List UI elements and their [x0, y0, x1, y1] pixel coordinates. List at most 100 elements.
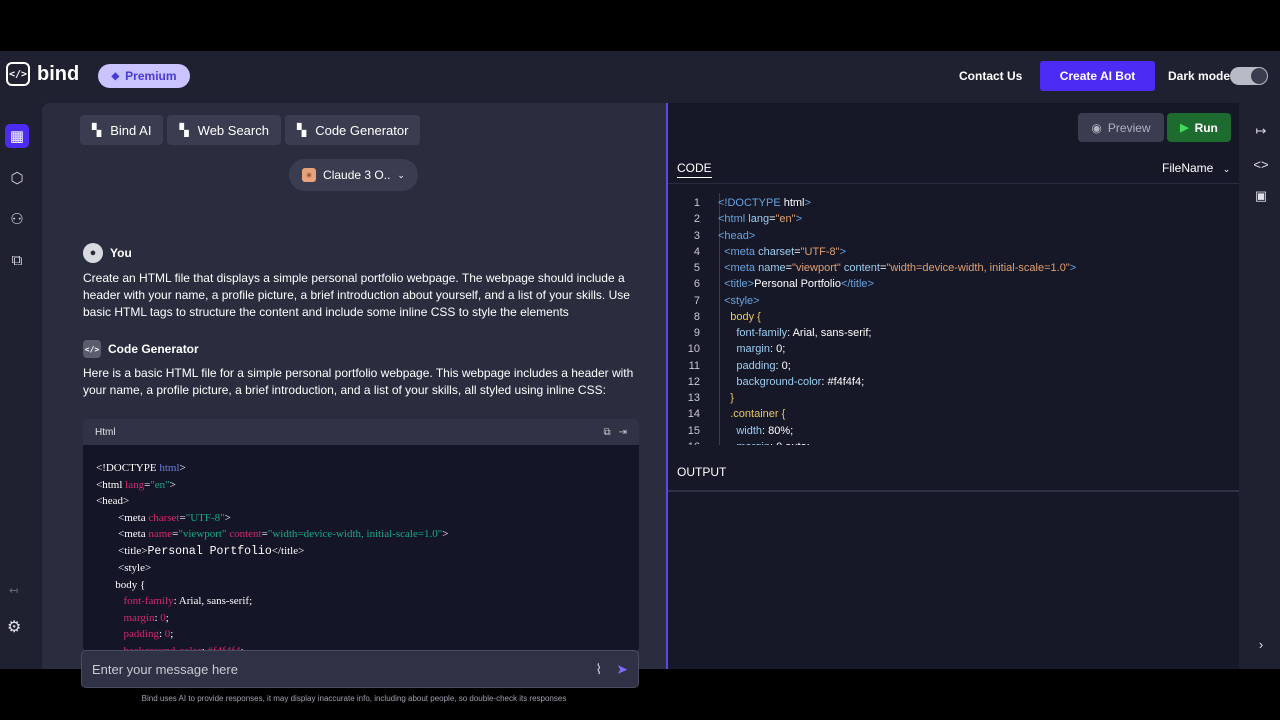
line-number: 7	[693, 294, 700, 307]
collapse-sidebar-icon[interactable]: ↤	[9, 584, 18, 597]
cube-icon[interactable]: ⬡	[5, 166, 29, 190]
disclaimer-text: Bind uses AI to provide responses, it ma…	[141, 694, 567, 703]
line-content: body {	[730, 310, 761, 323]
line-content: <!DOCTYPE html>	[718, 197, 811, 210]
line-number: 9	[693, 327, 700, 340]
line-number: 1	[693, 197, 700, 210]
editor-code-area[interactable]: 1 <!DOCTYPE html> 2 <html lang="en"> 3 <head>…	[668, 195, 1239, 445]
user-settings-icon[interactable]: ⚇	[5, 207, 29, 231]
line-content: <meta name="viewport" content="width=dev…	[724, 262, 1077, 275]
code-file-icon[interactable]: ⧉	[5, 248, 29, 272]
chat-panel: ▚ Bind AI ▚ Web Search ▚ Code Generator …	[42, 103, 666, 703]
user-avatar-icon: ●	[83, 243, 103, 263]
line-number: 12	[687, 375, 700, 388]
model-label: Claude 3 O..	[323, 168, 391, 182]
dashboard-icon[interactable]: ▦	[5, 124, 29, 148]
user-name: You	[110, 246, 132, 260]
copy-icon[interactable]: ⧉	[603, 427, 610, 438]
preview-button[interactable]: ◉ Preview	[1078, 113, 1164, 142]
line-content: margin: 0 auto;	[718, 441, 809, 445]
grid-icon: ▚	[92, 123, 102, 137]
tab-label: Code Generator	[315, 122, 409, 138]
tab-bind-ai[interactable]: ▚ Bind AI	[80, 115, 164, 145]
code-line: 15 width: 80%;	[668, 423, 1239, 439]
line-content: width: 80%;	[736, 424, 794, 437]
code-line: 9 font-family: Arial, sans-serif;	[668, 325, 1239, 341]
chevron-down-icon: ⌄	[1222, 164, 1231, 174]
line-number: 2	[693, 213, 700, 226]
top-header: </> bind ◆ Premium Contact Us Create AI …	[0, 51, 1280, 103]
code-block-header: Html ⧉ ⇥	[83, 419, 639, 445]
line-content: <head>	[718, 229, 756, 242]
insert-icon[interactable]: ⇥	[619, 427, 627, 438]
code-brackets-logo-icon: </>	[6, 62, 30, 86]
diamond-icon: ◆	[111, 70, 120, 82]
play-icon: ▶	[1180, 122, 1189, 134]
send-icon[interactable]: ➤	[616, 661, 628, 678]
code-line: 13 }	[668, 390, 1239, 406]
line-number: 6	[693, 278, 700, 291]
line-number: 11	[688, 359, 700, 372]
code-generator-avatar-icon: </>	[83, 340, 101, 358]
code-line: 4 <meta charset="UTF-8">	[668, 244, 1239, 260]
line-content: <meta charset="UTF-8">	[724, 245, 847, 258]
code-brackets-icon[interactable]: <>	[1252, 155, 1270, 173]
line-content: background-color: #f4f4f4;	[736, 375, 865, 388]
contact-us-link[interactable]: Contact Us	[959, 69, 1022, 83]
line-number: 14	[687, 408, 700, 421]
line-content: <html lang="en">	[718, 213, 802, 226]
bot-name: Code Generator	[108, 342, 199, 356]
model-selector[interactable]: ✳ Claude 3 O.. ⌄	[289, 159, 418, 191]
line-number: 8	[693, 310, 700, 323]
tab-label: Bind AI	[110, 122, 152, 138]
dark-mode-label: Dark mode	[1168, 69, 1231, 83]
code-line: 8 body {	[668, 309, 1239, 325]
tab-code-generator[interactable]: ▚ Code Generator	[284, 115, 421, 145]
left-sidebar: ▦ ⬡ ⚇ ⧉	[0, 103, 42, 669]
filename-dropdown[interactable]: FileName ⌄	[1162, 161, 1230, 175]
code-line: 5 <meta name="viewport" content="width=d…	[668, 260, 1239, 276]
code-tab-label[interactable]: CODE	[677, 161, 712, 178]
code-line: 3 <head>	[668, 228, 1239, 244]
right-rail: ↦ <> ▣ ›	[1239, 103, 1280, 669]
message-input[interactable]	[92, 661, 596, 677]
line-content: <title>Personal Portfolio</title>	[724, 278, 874, 291]
line-number: 3	[693, 229, 700, 242]
gear-icon[interactable]: ⚙	[7, 617, 21, 637]
line-number: 16	[668, 441, 700, 445]
tab-label: Web Search	[197, 122, 269, 138]
code-line: 1 <!DOCTYPE html>	[668, 195, 1239, 211]
expand-right-icon[interactable]: ↦	[1252, 122, 1270, 140]
run-button[interactable]: ▶ Run	[1167, 113, 1231, 142]
divider	[668, 490, 1239, 492]
chevron-down-icon: ⌄	[397, 169, 405, 180]
tab-web-search[interactable]: ▚ Web Search	[167, 115, 281, 145]
message-input-bar: ⌇ ➤	[81, 650, 639, 688]
brand-logo[interactable]: </> bind	[6, 62, 79, 86]
user-message-header: ● You	[83, 243, 132, 263]
grid-icon: ▚	[296, 123, 307, 137]
code-line: 14 .container {	[668, 406, 1239, 422]
line-content: margin: 0;	[736, 343, 786, 356]
line-number: 15	[687, 424, 700, 437]
premium-badge[interactable]: ◆ Premium	[98, 64, 190, 88]
create-ai-bot-button[interactable]: Create AI Bot	[1040, 61, 1155, 91]
line-number: 10	[687, 343, 700, 356]
paperclip-icon[interactable]: ⌇	[595, 661, 602, 678]
chevron-right-icon[interactable]: ›	[1252, 635, 1270, 653]
run-label: Run	[1194, 120, 1218, 135]
code-editor-panel: ◉ Preview ▶ Run CODE FileName ⌄ 1 <!DOCTY…	[666, 103, 1239, 669]
eye-icon: ◉	[1091, 120, 1102, 135]
screenshot-icon[interactable]: ▣	[1252, 187, 1270, 205]
code-language-label: Html	[95, 426, 116, 438]
dark-mode-toggle[interactable]	[1230, 67, 1268, 85]
preview-label: Preview	[1107, 120, 1151, 135]
grid-icon: ▚	[179, 123, 189, 137]
brand-name: bind	[37, 62, 80, 85]
premium-label: Premium	[125, 69, 177, 83]
code-block-content: <!DOCTYPE html> <html lang="en"> <head> …	[96, 462, 449, 651]
code-line: 11 padding: 0;	[668, 358, 1239, 374]
output-label: OUTPUT	[677, 465, 727, 479]
code-line: 12 background-color: #f4f4f4;	[668, 374, 1239, 390]
line-number: 13	[687, 392, 700, 405]
